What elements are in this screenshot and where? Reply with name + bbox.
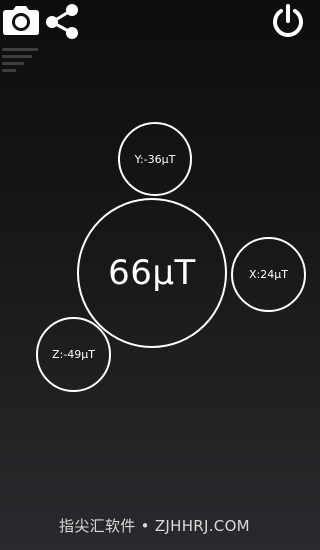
total-field-reading: 66µT — [77, 198, 227, 348]
power-icon[interactable] — [270, 3, 306, 39]
watermark-text: 指尖汇软件 • ZJHHRJ.COM — [59, 517, 250, 535]
y-axis-value: Y:-36µT — [134, 152, 176, 166]
menu-handle-icon[interactable] — [2, 48, 42, 74]
x-axis-reading: X:24µT — [231, 237, 306, 312]
top-toolbar — [0, 0, 309, 46]
x-axis-value: X:24µT — [249, 268, 288, 281]
total-field-value: 66µT — [108, 253, 196, 293]
share-icon[interactable] — [42, 2, 80, 40]
z-axis-reading: Z:-49µT — [36, 317, 111, 392]
camera-icon[interactable] — [2, 4, 40, 36]
z-axis-value: Z:-49µT — [52, 348, 95, 361]
y-axis-reading: Y:-36µT — [118, 122, 192, 196]
